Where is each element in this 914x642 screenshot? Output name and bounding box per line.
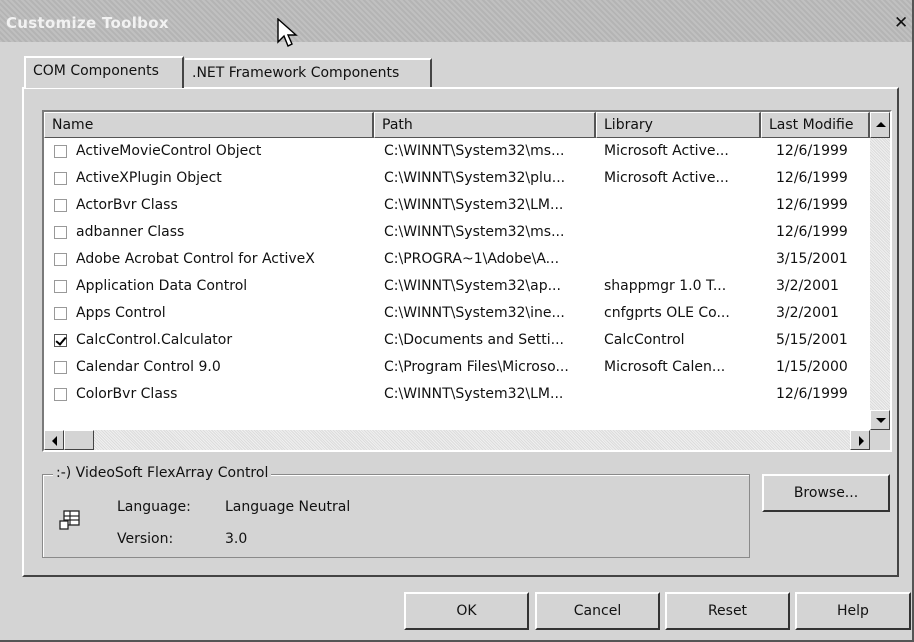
horizontal-scroll-thumb[interactable] — [64, 430, 94, 450]
component-checkbox[interactable] — [54, 280, 67, 293]
row-last-modified: 3/2/2001 — [776, 305, 839, 321]
table-row[interactable]: ActiveMovieControl Object C:\WINNT\System… — [44, 139, 870, 166]
arrow-down-icon — [876, 418, 886, 423]
column-header-path[interactable]: Path — [374, 112, 596, 138]
component-checkbox[interactable] — [54, 334, 67, 347]
language-label: Language: — [117, 499, 191, 515]
list-header: Name Path Library Last Modifie — [44, 112, 890, 138]
table-row[interactable]: adbanner Class C:\WINNT\System32\ms... 12/… — [44, 220, 870, 247]
title-bar[interactable]: Customize Toolbox ✕ — [0, 0, 912, 42]
cancel-button[interactable]: Cancel — [535, 592, 660, 630]
close-button[interactable]: ✕ — [894, 13, 912, 33]
row-name: Apps Control — [76, 305, 166, 321]
table-row[interactable]: Application Data Control C:\WINNT\System3… — [44, 274, 870, 301]
arrow-right-icon — [859, 436, 864, 446]
row-last-modified: 1/15/2000 — [776, 359, 848, 375]
row-last-modified: 12/6/1999 — [776, 197, 848, 213]
horizontal-scrollbar[interactable] — [44, 430, 870, 450]
row-last-modified: 12/6/1999 — [776, 170, 848, 186]
row-last-modified: 3/15/2001 — [776, 251, 848, 267]
row-name: Calendar Control 9.0 — [76, 359, 221, 375]
arrow-left-icon — [52, 436, 57, 446]
arrow-up-icon — [876, 122, 886, 127]
row-path: C:\WINNT\System32\ap... — [384, 278, 561, 294]
row-library: Microsoft Active... — [604, 143, 729, 159]
table-row[interactable]: Apps Control C:\WINNT\System32\ine... cnfg… — [44, 301, 870, 328]
scroll-up-button[interactable] — [870, 112, 890, 138]
row-name: Application Data Control — [76, 278, 248, 294]
row-library: cnfgprts OLE Co... — [604, 305, 730, 321]
component-checkbox[interactable] — [54, 361, 67, 374]
row-name: ActiveMovieControl Object — [76, 143, 262, 159]
row-path: C:\Program Files\Microso... — [384, 359, 569, 375]
component-checkbox[interactable] — [54, 253, 67, 266]
component-checkbox[interactable] — [54, 199, 67, 212]
version-value: 3.0 — [225, 531, 248, 547]
row-name: Adobe Acrobat Control for ActiveX — [76, 251, 315, 267]
row-path: C:\WINNT\System32\LM... — [384, 197, 564, 213]
table-row[interactable]: ActiveXPlugin Object C:\WINNT\System32\pl… — [44, 166, 870, 193]
row-last-modified: 12/6/1999 — [776, 224, 848, 240]
tab-net-framework-components[interactable]: .NET Framework Components — [185, 58, 432, 88]
row-path: C:\WINNT\System32\ms... — [384, 224, 565, 240]
table-row[interactable]: Calendar Control 9.0 C:\Program Files\Mic… — [44, 355, 870, 382]
components-list[interactable]: Name Path Library Last Modifie ActiveMov… — [42, 110, 892, 452]
customize-toolbox-dialog: Customize Toolbox ✕ COM Components .NET … — [0, 0, 914, 642]
tab-com-components[interactable]: COM Components — [24, 56, 184, 88]
ok-button[interactable]: OK — [404, 592, 529, 630]
row-name: ActiveXPlugin Object — [76, 170, 222, 186]
row-path: C:\WINNT\System32\ms... — [384, 143, 565, 159]
row-name: ActorBvr Class — [76, 197, 178, 213]
component-checkbox[interactable] — [54, 307, 67, 320]
row-last-modified: 12/6/1999 — [776, 386, 848, 402]
row-library: CalcControl — [604, 332, 685, 348]
scrollbar-corner — [870, 430, 890, 450]
component-checkbox[interactable] — [54, 388, 67, 401]
scroll-left-button[interactable] — [44, 430, 64, 450]
row-last-modified: 3/2/2001 — [776, 278, 839, 294]
row-name: adbanner Class — [76, 224, 185, 240]
table-row[interactable]: ColorBvr Class C:\WINNT\System32\LM... 12/… — [44, 382, 870, 409]
scroll-down-button[interactable] — [870, 410, 890, 430]
browse-button[interactable]: Browse... — [762, 474, 890, 512]
column-header-last-modified[interactable]: Last Modifie — [761, 112, 870, 138]
column-header-name[interactable]: Name — [44, 112, 374, 138]
table-row[interactable]: CalcControl.Calculator C:\Documents and S… — [44, 328, 870, 355]
row-path: C:\Documents and Setti... — [384, 332, 564, 348]
row-name: ColorBvr Class — [76, 386, 178, 402]
scroll-right-button[interactable] — [850, 430, 870, 450]
table-row[interactable]: Adobe Acrobat Control for ActiveX C:\PROG… — [44, 247, 870, 274]
row-library: Microsoft Active... — [604, 170, 729, 186]
row-last-modified: 12/6/1999 — [776, 143, 848, 159]
component-checkbox[interactable] — [54, 172, 67, 185]
table-row[interactable]: ActorBvr Class C:\WINNT\System32\LM... 12/… — [44, 193, 870, 220]
mouse-cursor-icon — [277, 18, 298, 47]
row-name: CalcControl.Calculator — [76, 332, 233, 348]
vertical-scrollbar[interactable] — [870, 112, 890, 430]
help-button[interactable]: Help — [795, 592, 911, 630]
row-library: shappmgr 1.0 T... — [604, 278, 727, 294]
row-path: C:\WINNT\System32\plu... — [384, 170, 566, 186]
language-value: Language Neutral — [225, 499, 351, 515]
version-label: Version: — [117, 531, 174, 547]
component-checkbox[interactable] — [54, 145, 67, 158]
component-grid-icon — [59, 510, 80, 530]
component-checkbox[interactable] — [54, 226, 67, 239]
row-last-modified: 5/15/2001 — [776, 332, 848, 348]
component-details-group: :-) VideoSoft FlexArray Control Language… — [42, 465, 750, 558]
row-library: Microsoft Calen... — [604, 359, 726, 375]
row-path: C:\WINNT\System32\LM... — [384, 386, 564, 402]
column-header-library[interactable]: Library — [596, 112, 761, 138]
row-path: C:\PROGRA~1\Adobe\A... — [384, 251, 560, 267]
selected-component-title: :-) VideoSoft FlexArray Control — [53, 465, 272, 481]
row-path: C:\WINNT\System32\ine... — [384, 305, 565, 321]
reset-button[interactable]: Reset — [665, 592, 790, 630]
window-title: Customize Toolbox — [6, 14, 169, 32]
